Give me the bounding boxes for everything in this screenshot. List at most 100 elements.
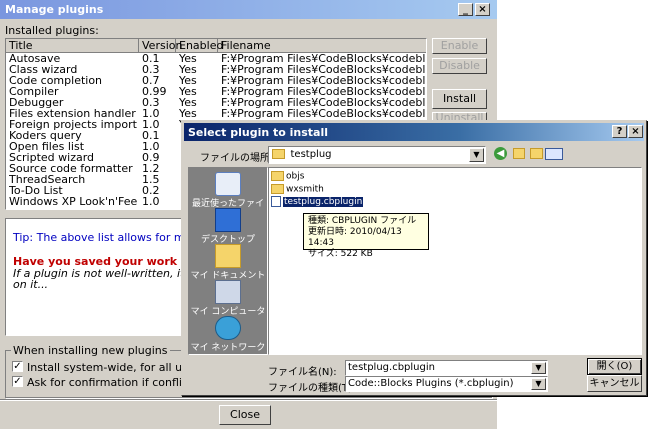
col-filename[interactable]: Filename <box>218 39 426 52</box>
cell-filename: F:¥Program Files¥CodeBlocks¥codeblocks-8… <box>221 97 426 108</box>
cell-title: Scripted wizard <box>9 152 95 163</box>
cell-title: To-Do List <box>9 185 63 196</box>
computer-icon <box>215 280 241 304</box>
chevron-down-icon[interactable]: ▼ <box>531 378 546 390</box>
new-folder-icon[interactable] <box>530 148 543 159</box>
cell-version: 0.3 <box>142 64 160 75</box>
location-value: testplug <box>290 149 332 160</box>
cell-title: ThreadSearch <box>9 174 86 185</box>
cell-version: 1.0 <box>142 196 160 207</box>
col-enabled[interactable]: Enabled <box>176 39 223 52</box>
cell-version: 0.3 <box>142 97 160 108</box>
up-folder-icon[interactable] <box>513 148 525 159</box>
install-group-label: When installing new plugins <box>11 344 170 357</box>
place-computer[interactable]: マイ コンピュータ <box>189 280 267 317</box>
cell-version: 0.9 <box>142 152 160 163</box>
tooltip-size: サイズ: 522 KB <box>308 249 373 259</box>
table-row[interactable]: Autosave 0.1 Yes F:¥Program Files¥CodeBlock… <box>6 53 426 64</box>
close-icon[interactable]: × <box>475 3 490 16</box>
system-wide-checkbox[interactable]: ✓ <box>12 361 23 372</box>
filename-value: testplug.cbplugin <box>348 362 435 373</box>
confirm-checkbox[interactable]: ✓ <box>12 376 23 387</box>
cell-version: 1.5 <box>142 174 160 185</box>
col-version[interactable]: Version <box>139 39 182 52</box>
title-bar: Manage plugins _ × <box>0 0 497 19</box>
table-row[interactable]: Debugger 0.3 Yes F:¥Program Files¥CodeBlock… <box>6 97 426 108</box>
filetype-value: Code::Blocks Plugins (*.cbplugin) <box>348 378 514 389</box>
filename-input[interactable]: testplug.cbplugin ▼ <box>345 360 548 376</box>
dialog-title-bar: Select plugin to install ? × <box>184 123 644 141</box>
cell-filename: F:¥Program Files¥CodeBlocks¥codeblocks-8… <box>221 53 426 64</box>
file-item-testplug[interactable]: testplug.cbplugin <box>271 196 364 207</box>
cell-title: Koders query <box>9 130 82 141</box>
help-button[interactable]: ? <box>612 125 627 138</box>
network-icon <box>215 316 241 340</box>
filetype-label: ファイルの種類(T): <box>268 383 356 394</box>
cell-version: 1.2 <box>142 163 160 174</box>
place-network-label: マイ ネットワーク <box>190 343 266 353</box>
minimize-button[interactable]: _ <box>458 3 473 16</box>
cell-title: Class wizard <box>9 64 78 75</box>
table-row[interactable]: Class wizard 0.3 Yes F:¥Program Files¥CodeB… <box>6 64 426 75</box>
chevron-down-icon[interactable]: ▼ <box>531 362 546 374</box>
file-name: testplug.cbplugin <box>283 197 364 207</box>
cell-version: 0.1 <box>142 130 160 141</box>
cell-enabled: Yes <box>179 64 197 75</box>
folder-icon <box>271 171 284 181</box>
select-plugin-dialog: Select plugin to install ? × ファイルの場所(I):… <box>181 120 647 396</box>
recent-files-icon <box>215 172 241 196</box>
cancel-button[interactable]: キャンセル <box>587 375 642 392</box>
file-item-objs[interactable]: objs <box>271 171 304 182</box>
file-name: objs <box>286 171 305 182</box>
install-new-button[interactable]: Install new <box>432 89 487 123</box>
cell-title: Debugger <box>9 97 64 108</box>
cell-version: 0.2 <box>142 185 160 196</box>
col-title[interactable]: Title <box>6 39 139 52</box>
cell-version: 0.99 <box>142 86 167 97</box>
table-row[interactable]: Code completion 0.7 Yes F:¥Program Files¥Co… <box>6 75 426 86</box>
installed-plugins-label: Installed plugins: <box>5 24 99 37</box>
table-row[interactable]: Compiler 0.99 Yes F:¥Program Files¥CodeBloc… <box>6 86 426 97</box>
desktop-icon <box>215 208 241 232</box>
cell-title: Files extension handler <box>9 108 136 119</box>
close-button[interactable]: Close <box>219 405 271 425</box>
cell-version: 1.0 <box>142 119 160 130</box>
cell-title: Autosave <box>9 53 61 64</box>
dialog-title: Select plugin to install <box>188 126 329 139</box>
divider <box>0 399 497 401</box>
cell-filename: F:¥Program Files¥CodeBlocks¥codeblocks-8… <box>221 75 426 86</box>
cell-enabled: Yes <box>179 75 197 86</box>
place-documents[interactable]: マイ ドキュメント <box>189 244 267 281</box>
window-title: Manage plugins <box>5 3 104 16</box>
file-icon <box>271 196 281 207</box>
chevron-down-icon[interactable]: ▼ <box>469 148 484 162</box>
tooltip-modified: 更新日時: 2010/04/13 14:43 <box>308 227 402 248</box>
cell-version: 0.1 <box>142 53 160 64</box>
cell-title: Windows XP Look'n'Feel <box>9 196 137 207</box>
enable-button[interactable]: Enable <box>432 38 487 54</box>
filetype-combo[interactable]: Code::Blocks Plugins (*.cbplugin) ▼ <box>345 376 548 392</box>
place-desktop[interactable]: デスクトップ <box>189 208 267 245</box>
cell-version: 1.0 <box>142 108 160 119</box>
folder-icon <box>271 184 284 194</box>
disable-button[interactable]: Disable <box>432 58 487 74</box>
cell-title: Foreign projects importer <box>9 119 137 130</box>
file-item-wxsmith[interactable]: wxsmith <box>271 184 324 195</box>
cell-filename: F:¥Program Files¥CodeBlocks¥codeblocks-8… <box>221 86 426 97</box>
open-button[interactable]: 開く(O) <box>587 358 642 375</box>
table-row[interactable]: Files extension handler 1.0 Yes F:¥Program … <box>6 108 426 119</box>
tooltip-type: 種類: CBPLUGIN ファイル <box>308 216 417 226</box>
cell-title: Open files list <box>9 141 85 152</box>
cell-enabled: Yes <box>179 53 197 64</box>
file-list[interactable]: objs wxsmith testplug.cbplugin 種類: CBPLU… <box>268 167 642 355</box>
back-icon[interactable]: ◀ <box>494 147 507 160</box>
folder-icon <box>272 149 285 159</box>
cell-title: Compiler <box>9 86 59 97</box>
location-combo[interactable]: testplug ▼ <box>268 146 486 164</box>
file-name: wxsmith <box>286 184 324 195</box>
documents-folder-icon <box>215 244 241 268</box>
dialog-close-icon[interactable]: × <box>628 125 643 138</box>
cell-filename: F:¥Program Files¥CodeBlocks¥codeblocks-8… <box>221 108 426 119</box>
place-network[interactable]: マイ ネットワーク <box>189 316 267 353</box>
view-menu-icon[interactable] <box>545 148 563 160</box>
